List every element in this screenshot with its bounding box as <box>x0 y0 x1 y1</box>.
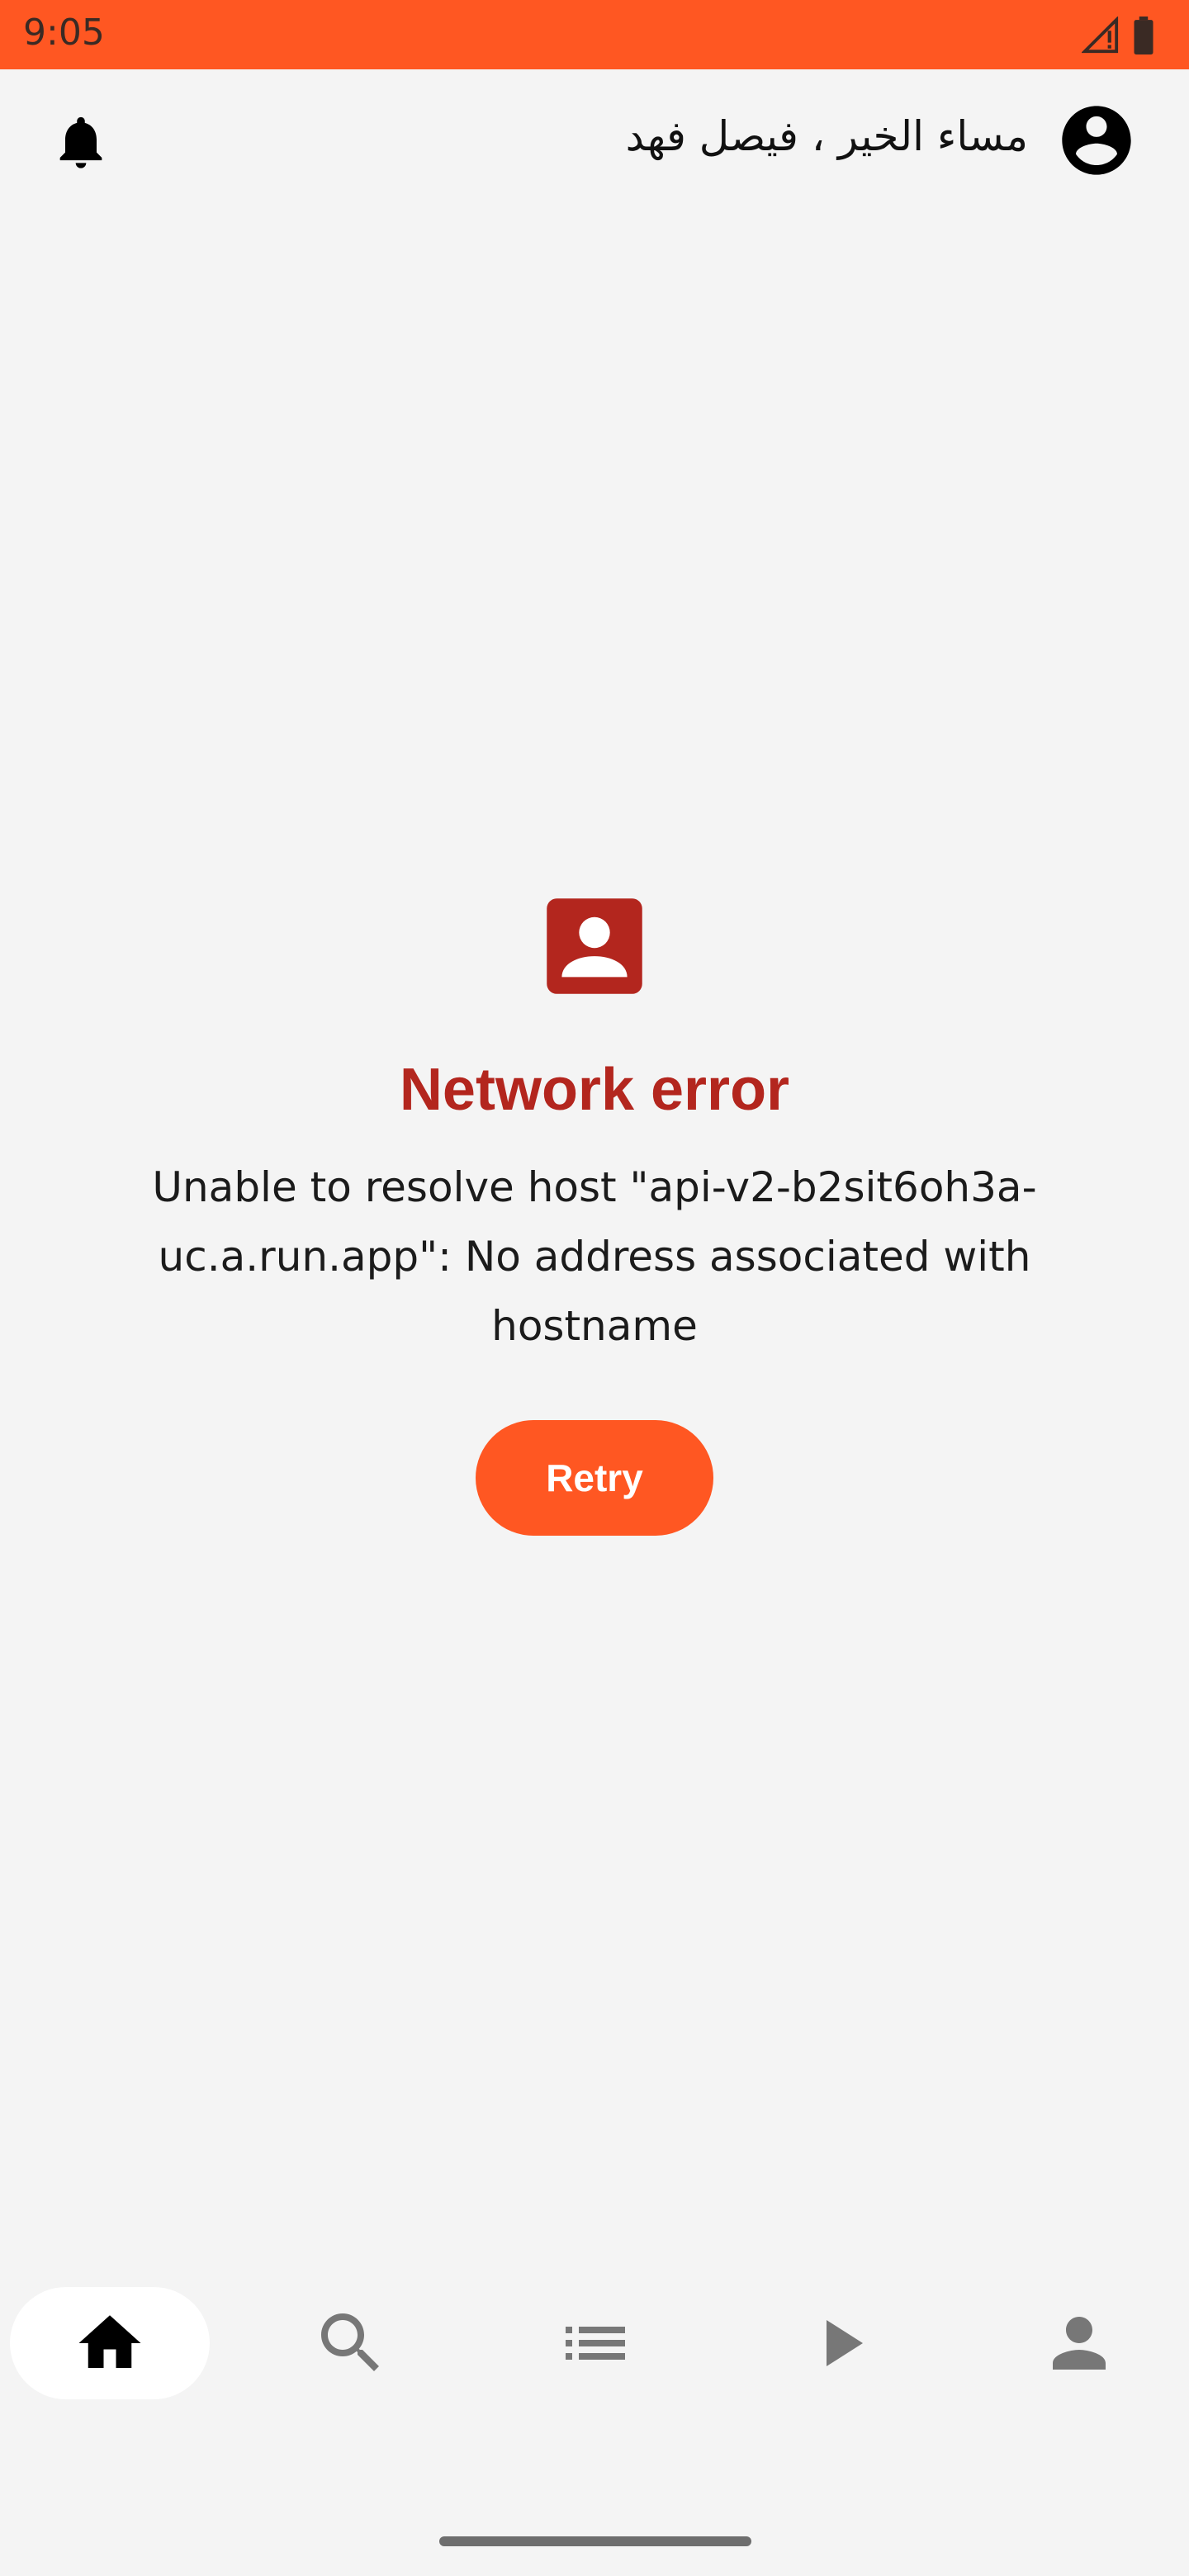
nav-item-search[interactable] <box>289 2287 413 2399</box>
status-bar: 9:05 <box>0 0 1189 69</box>
error-title: Network error <box>399 1057 790 1123</box>
bell-icon[interactable] <box>50 111 112 173</box>
app-header: مساء الخير ، فيصل فهد <box>0 69 1189 210</box>
greeting-text: مساء الخير ، فيصل فهد <box>625 112 1028 160</box>
error-panel: Network error Unable to resolve host "ap… <box>0 892 1189 1536</box>
nav-item-home[interactable] <box>10 2287 210 2399</box>
home-indicator[interactable] <box>439 2536 751 2546</box>
person-icon <box>1053 2317 1106 2370</box>
contact-card-icon <box>547 898 642 994</box>
bottom-navigation <box>0 2287 1189 2399</box>
status-time: 9:05 <box>23 12 105 54</box>
error-message: Unable to resolve host "api-v2-b2sit6oh3… <box>152 1163 1037 1350</box>
retry-button[interactable]: Retry <box>476 1420 713 1536</box>
status-icons <box>1082 17 1156 54</box>
home-icon <box>78 2315 141 2368</box>
nav-item-play[interactable] <box>778 2287 902 2399</box>
battery-icon <box>1134 17 1153 54</box>
signal-alert-icon <box>1082 17 1119 54</box>
play-icon <box>827 2320 863 2366</box>
nav-item-list[interactable] <box>533 2287 657 2399</box>
account-circle-icon[interactable] <box>1055 99 1138 182</box>
list-icon <box>566 2327 625 2360</box>
nav-item-profile[interactable] <box>1017 2287 1141 2399</box>
search-icon <box>321 2313 379 2371</box>
